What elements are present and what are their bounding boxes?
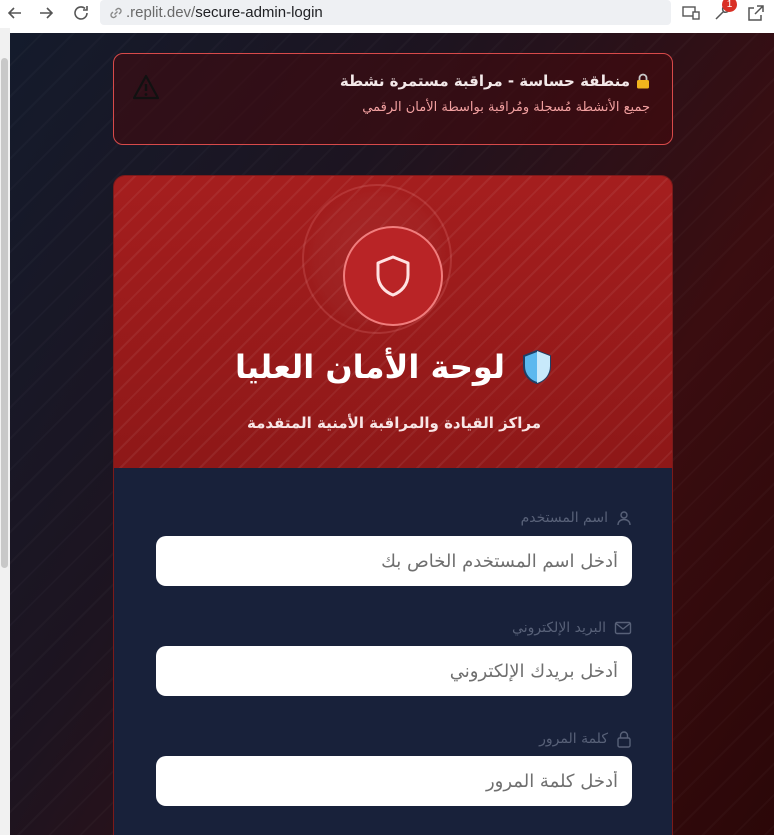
reload-icon[interactable]	[70, 3, 92, 23]
back-icon[interactable]	[4, 3, 26, 23]
warning-title-row: منطقة حساسة - مراقبة مستمرة نشطة	[340, 72, 650, 90]
card-title-row: لوحة الأمان العليا	[114, 348, 672, 386]
password-label-row: كلمة المرور	[539, 730, 632, 748]
shield-badge	[343, 226, 443, 326]
url-path: secure-admin-login	[195, 4, 323, 21]
card-header: لوحة الأمان العليا مراكز القيادة والمراق…	[114, 176, 672, 468]
warning-title: منطقة حساسة - مراقبة مستمرة نشطة	[339, 72, 630, 90]
address-bar[interactable]: .replit.dev/secure-admin-login	[100, 0, 671, 25]
user-icon	[617, 511, 631, 526]
username-label-row: اسم المستخدم	[521, 510, 632, 526]
security-warning-banner: منطقة حساسة - مراقبة مستمرة نشطة جميع ال…	[113, 53, 673, 145]
shield-icon	[376, 255, 410, 297]
screen-cast-icon[interactable]	[681, 3, 701, 23]
lock-emoji-icon	[636, 73, 650, 89]
email-label: البريد الإلكتروني	[512, 620, 606, 636]
login-card: لوحة الأمان العليا مراكز القيادة والمراق…	[113, 175, 673, 835]
username-label: اسم المستخدم	[520, 510, 608, 526]
email-input[interactable]	[156, 646, 632, 696]
scrollbar-thumb[interactable]	[1, 58, 8, 568]
password-input[interactable]	[156, 756, 632, 806]
scroll-gutter	[0, 28, 10, 835]
page-subtitle: مراكز القيادة والمراقبة الأمنية المتقدمة	[247, 414, 541, 432]
page-viewport: منطقة حساسة - مراقبة مستمرة نشطة جميع ال…	[10, 33, 774, 835]
url-domain: .replit.dev/	[126, 4, 196, 21]
warning-subtitle: جميع الأنشطة مُسجلة ومُراقبة بواسطة الأم…	[362, 100, 650, 115]
shield-emoji-icon	[522, 349, 551, 385]
password-label: كلمة المرور	[539, 731, 608, 747]
mail-icon	[614, 621, 632, 635]
page-title: لوحة الأمان العليا	[235, 348, 505, 386]
lock-icon	[617, 731, 631, 748]
login-form: اسم المستخدم البريد الإلكتروني كلمة المر…	[114, 468, 672, 835]
browser-toolbar: .replit.dev/secure-admin-login 1	[0, 0, 774, 28]
warning-triangle-icon	[132, 74, 160, 100]
username-input[interactable]	[156, 536, 632, 586]
notification-badge: 1	[722, 0, 737, 12]
forward-icon[interactable]	[35, 3, 57, 23]
link-icon	[110, 7, 122, 18]
open-external-icon[interactable]	[746, 3, 766, 23]
email-label-row: البريد الإلكتروني	[512, 620, 632, 636]
